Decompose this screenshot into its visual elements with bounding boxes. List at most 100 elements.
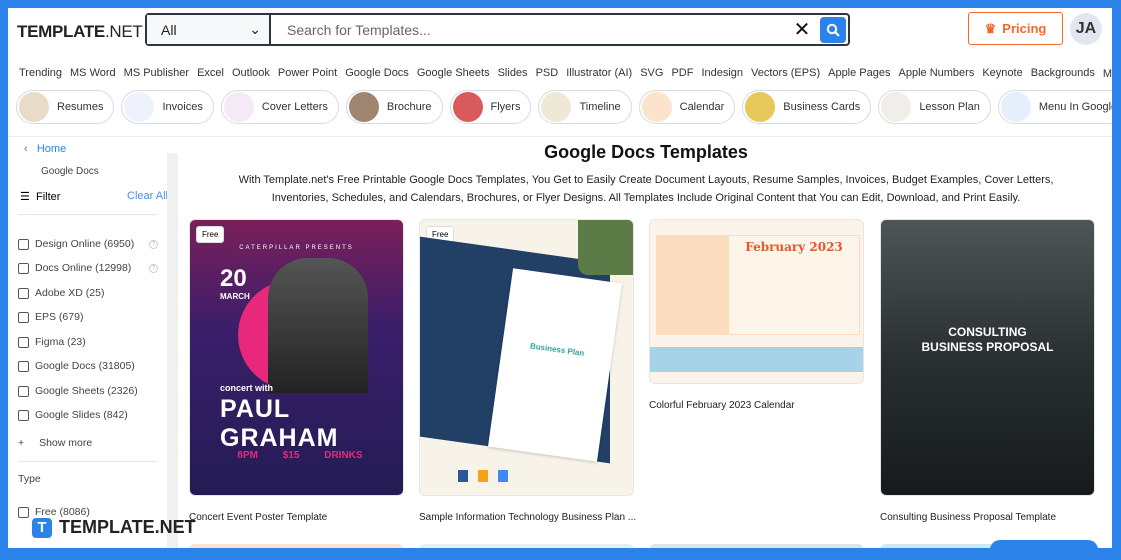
page-description: With Template.net's Free Printable Googl… (238, 174, 1054, 204)
search-bar: All ⌄ Search for Templates... ✕ (145, 13, 850, 46)
nav-more[interactable]: More ⌄ (1103, 67, 1112, 80)
thumbnail (19, 92, 49, 122)
sidebar: ‹ Home Google Docs ☰ Filter Clear All Des… (10, 140, 168, 548)
logo[interactable]: TEMPLATE.NET (17, 22, 143, 42)
thumbnail (745, 92, 776, 122)
nav-link[interactable]: Indesign (701, 67, 743, 80)
card-title[interactable]: Consulting Business Proposal Template (880, 512, 1056, 523)
checkbox[interactable] (18, 506, 29, 518)
thumbnail (881, 92, 912, 122)
card-title[interactable]: Colorful February 2023 Calendar (649, 400, 795, 411)
crown-icon: ♛ (984, 20, 997, 36)
nav-link[interactable]: Backgrounds (1031, 67, 1095, 80)
type-heading: Type (18, 473, 41, 485)
filter-option[interactable]: Docs Online (12998)? (18, 262, 158, 274)
checkbox[interactable] (18, 287, 29, 299)
sidebar-scrollbar[interactable] (167, 153, 178, 548)
plus-icon: + (18, 437, 25, 449)
nav-link[interactable]: PDF (671, 67, 693, 80)
nav-link[interactable]: Google Docs (345, 67, 409, 80)
nav-link[interactable]: Keynote (982, 67, 1022, 80)
word-icon (458, 470, 468, 482)
search-input[interactable]: Search for Templates... (271, 15, 788, 44)
google-docs-icon (498, 470, 508, 482)
checkbox[interactable] (18, 336, 29, 348)
chat-button[interactable] (990, 540, 1098, 548)
template-card[interactable] (189, 544, 404, 548)
nav-link[interactable]: Outlook (232, 67, 270, 80)
watermark-logo: T TEMPLATE.NET (32, 517, 196, 538)
checkbox[interactable] (18, 360, 29, 372)
checkbox[interactable] (18, 311, 29, 323)
category-select[interactable]: All ⌄ (147, 15, 271, 44)
nav-link[interactable]: Illustrator (AI) (566, 67, 632, 80)
format-nav: Trending MS Word MS Publisher Excel Outlook P… (19, 67, 1112, 80)
nav-link[interactable]: Apple Pages (828, 67, 890, 80)
free-badge: Free (196, 226, 225, 243)
filter-option[interactable]: Google Slides (842) (18, 409, 158, 421)
thumbnail (541, 92, 572, 122)
chip-business-cards[interactable]: Business Cards (742, 90, 872, 124)
checkbox[interactable] (18, 409, 29, 421)
filter-option[interactable]: Design Online (6950)? (18, 238, 158, 250)
chevron-down-icon: ⌄ (249, 21, 261, 37)
thumbnail (348, 92, 379, 122)
filter-option[interactable]: Google Docs (31805) (18, 360, 158, 372)
nav-link[interactable]: Apple Numbers (899, 67, 975, 80)
filter-option[interactable]: Adobe XD (25) (18, 287, 158, 299)
template-card[interactable] (649, 544, 864, 548)
clear-icon[interactable]: ✕ (788, 15, 816, 44)
thumbnail (452, 92, 483, 122)
chip-resumes[interactable]: Resumes (16, 90, 115, 124)
template-card[interactable]: Free Business Plan (419, 219, 634, 496)
divider (8, 136, 1112, 137)
filter-option[interactable]: Google Sheets (2326) (18, 385, 158, 397)
home-link[interactable]: ‹ Home (24, 143, 66, 155)
nav-link[interactable]: Vectors (EPS) (751, 67, 820, 80)
filter-option[interactable]: Figma (23) (18, 336, 158, 348)
template-card[interactable] (419, 544, 634, 548)
help-icon[interactable]: ? (149, 239, 158, 249)
filter-icon: ☰ (20, 191, 30, 203)
pricing-button[interactable]: ♛ Pricing (968, 12, 1063, 45)
chip-brochure[interactable]: Brochure (345, 90, 443, 124)
search-icon (826, 23, 840, 37)
nav-link[interactable]: MS Word (70, 67, 116, 80)
filter-option[interactable]: EPS (679) (18, 311, 158, 323)
checkbox[interactable] (18, 238, 29, 250)
card-title[interactable]: Sample Information Technology Business P… (419, 512, 636, 523)
nav-link[interactable]: PSD (536, 67, 559, 80)
chip-cover-letters[interactable]: Cover Letters (220, 90, 339, 124)
show-more-link[interactable]: + Show more (18, 437, 158, 449)
nav-link[interactable]: Excel (197, 67, 224, 80)
nav-link[interactable]: Google Sheets (417, 67, 490, 80)
thumbnail (124, 92, 155, 122)
template-card[interactable]: CONSULTING BUSINESS PROPOSAL (880, 219, 1095, 496)
chip-timeline[interactable]: Timeline (538, 90, 632, 124)
divider (18, 461, 157, 462)
template-logo-icon: T (32, 517, 52, 538)
page-title: Google Docs Templates (544, 142, 748, 162)
chip-calendar[interactable]: Calendar (638, 90, 736, 124)
nav-link[interactable]: Trending (19, 67, 62, 80)
checkbox[interactable] (18, 385, 29, 397)
search-button[interactable] (820, 17, 846, 43)
template-card[interactable]: Free CATERPILLAR PRESENTS 20 MARCH conce… (189, 219, 404, 496)
chip-lesson-plan[interactable]: Lesson Plan (878, 90, 991, 124)
page: TEMPLATE.NET All ⌄ Search for Templates..… (8, 8, 1112, 548)
nav-link[interactable]: SVG (640, 67, 663, 80)
nav-link[interactable]: MS Publisher (124, 67, 189, 80)
nav-link[interactable]: Power Point (278, 67, 337, 80)
nav-link[interactable]: Slides (498, 67, 528, 80)
card-title[interactable]: Concert Event Poster Template (189, 512, 327, 523)
breadcrumb: Google Docs (41, 166, 99, 177)
chip-invoices[interactable]: Invoices (121, 90, 214, 124)
template-card[interactable]: February 2023 (649, 219, 864, 384)
chip-menu[interactable]: Menu In Google Docs (997, 90, 1112, 124)
help-icon[interactable]: ? (149, 263, 158, 273)
clear-all-link[interactable]: Clear All (127, 190, 168, 203)
divider (18, 214, 157, 215)
avatar[interactable]: JA (1070, 13, 1102, 45)
checkbox[interactable] (18, 262, 29, 274)
chip-flyers[interactable]: Flyers (449, 90, 532, 124)
